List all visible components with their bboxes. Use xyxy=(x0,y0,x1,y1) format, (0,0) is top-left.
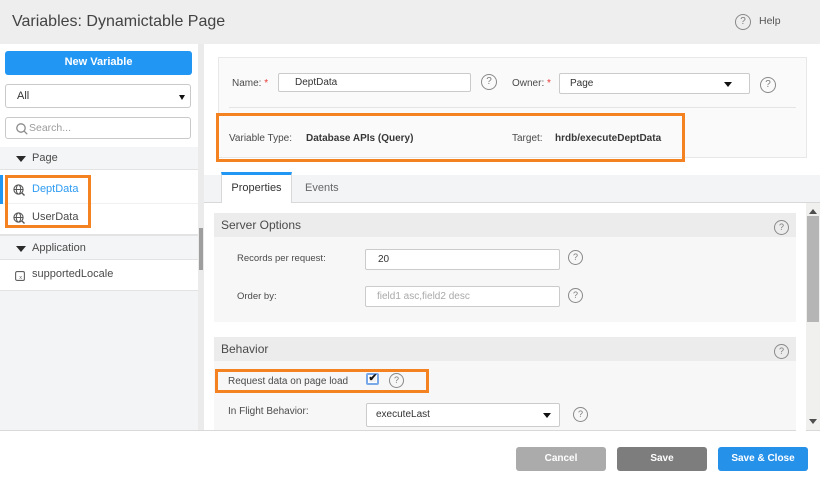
svg-text:x: x xyxy=(19,275,22,281)
